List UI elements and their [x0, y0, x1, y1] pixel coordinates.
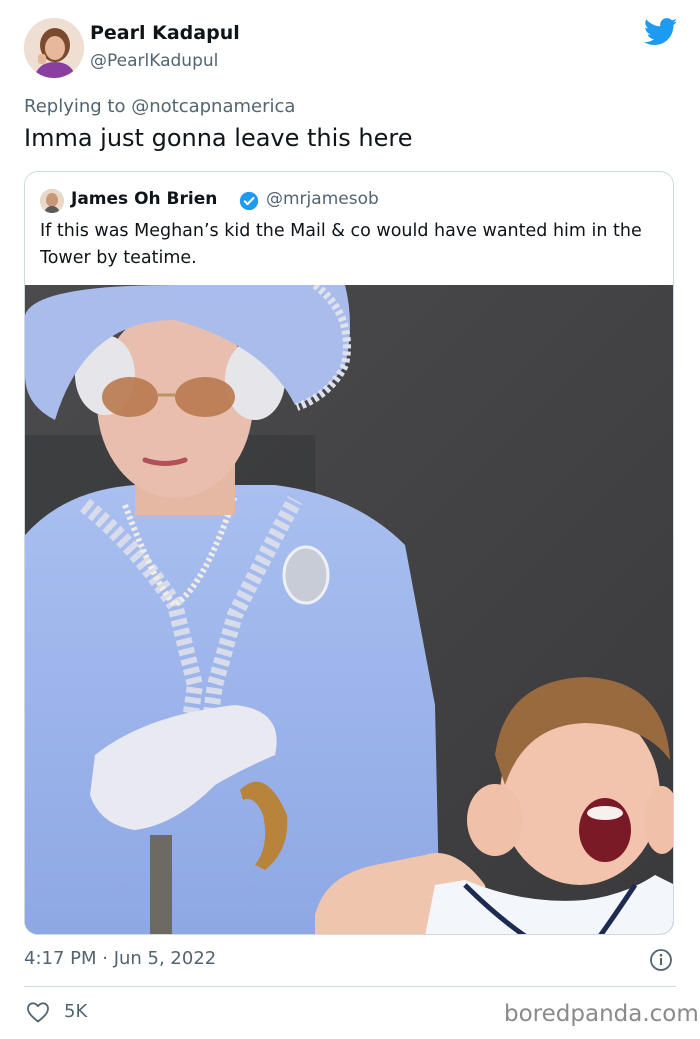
footer-divider — [24, 986, 676, 987]
info-icon[interactable] — [649, 948, 673, 972]
watermark: boredpanda.com — [504, 1001, 699, 1027]
replying-to-link[interactable]: @notcapnamerica — [131, 96, 295, 117]
quoted-tweet-card[interactable]: James Oh Brien @mrjamesob If this was Me… — [24, 171, 674, 935]
quoted-author-avatar — [40, 189, 64, 213]
author-handle[interactable]: @PearlKadupul — [90, 51, 218, 71]
replying-to-label: Replying to — [24, 96, 126, 117]
verified-badge-icon — [239, 191, 259, 211]
author-avatar[interactable] — [24, 18, 84, 78]
tweet-text: Imma just gonna leave this here — [24, 124, 413, 152]
quoted-author-handle: @mrjamesob — [266, 189, 379, 209]
author-display-name[interactable]: Pearl Kadapul — [90, 22, 240, 44]
tweet-timestamp[interactable]: 4:17 PM · Jun 5, 2022 — [24, 948, 216, 969]
avatar-image — [24, 18, 84, 78]
quoted-tweet-text: If this was Meghan’s kid the Mail & co w… — [40, 221, 642, 268]
replying-to: Replying to @notcapnamerica — [24, 96, 295, 117]
heart-icon[interactable] — [26, 1001, 50, 1023]
twitter-bird-icon[interactable] — [644, 18, 678, 46]
quoted-avatar-image — [40, 189, 64, 213]
like-count[interactable]: 5K — [64, 1001, 87, 1022]
quoted-author-name: James Oh Brien — [71, 189, 218, 209]
quoted-tweet-photo[interactable] — [25, 285, 674, 935]
